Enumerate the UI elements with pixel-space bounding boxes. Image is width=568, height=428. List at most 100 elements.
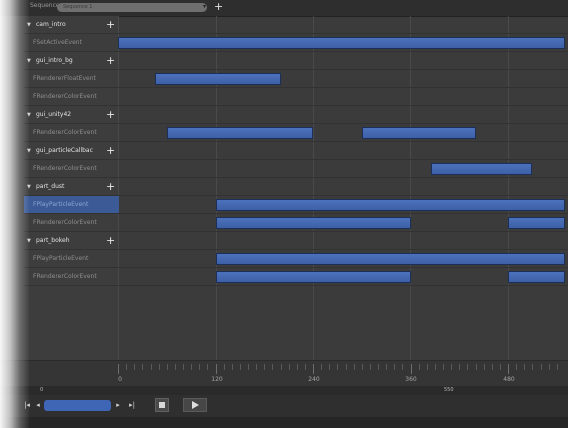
ruler-tick xyxy=(215,364,217,374)
ruler-label-480: 480 xyxy=(503,376,515,383)
add-track-button[interactable]: + xyxy=(106,232,115,249)
ruler-tick xyxy=(556,364,558,370)
ruler-tick xyxy=(516,364,518,370)
ruler-tick xyxy=(118,364,119,374)
range-scrollbar[interactable]: 0 550 xyxy=(0,386,568,395)
track-label: FRendererColorEvent xyxy=(33,273,97,280)
status-strip xyxy=(0,417,568,428)
track-label: FPlayParticleEvent xyxy=(33,201,89,208)
ruler-tick xyxy=(174,364,176,370)
ruler-tick xyxy=(394,364,396,370)
event-bar[interactable] xyxy=(361,127,476,139)
ruler-tick xyxy=(191,364,193,370)
track-event-row[interactable]: FRendererFloatEvent xyxy=(0,70,568,88)
time-ruler[interactable]: 0 120 240 360 480 xyxy=(0,360,568,387)
ruler-tick xyxy=(524,364,526,370)
add-track-button[interactable]: + xyxy=(106,178,115,195)
ruler-tick xyxy=(223,364,225,370)
next-frame-button[interactable]: ▸ xyxy=(114,400,122,411)
expand-triangle-icon[interactable]: ▼ xyxy=(27,16,31,34)
track-label: FRendererColorEvent xyxy=(33,129,97,136)
track-label: FRendererColorEvent xyxy=(33,165,97,172)
ruler-tick xyxy=(239,364,241,370)
track-label: gui_unity42 xyxy=(36,111,72,118)
ruler-tick xyxy=(540,364,542,370)
event-bar[interactable] xyxy=(430,163,533,175)
stop-icon xyxy=(159,402,165,408)
ruler-tick xyxy=(443,364,444,370)
expand-triangle-icon[interactable]: ▼ xyxy=(27,106,31,124)
ruler-tick xyxy=(264,364,266,370)
ruler-tick xyxy=(183,364,184,370)
track-label: part_dust xyxy=(36,183,65,190)
ruler-tick xyxy=(467,364,469,370)
expand-triangle-icon[interactable]: ▼ xyxy=(27,52,31,70)
ruler-label-0: 0 xyxy=(118,376,122,383)
event-bar[interactable] xyxy=(215,199,565,211)
ruler-tick xyxy=(207,364,209,370)
chevron-down-icon: ▾ xyxy=(203,3,207,10)
track-group-row[interactable]: ▼ cam_intro + xyxy=(0,16,568,34)
track-group-row[interactable]: ▼ gui_unity42 + xyxy=(0,106,568,124)
ruler-tick xyxy=(475,364,477,370)
track-label: gui_particleCallbac xyxy=(36,147,93,154)
range-start: 0 xyxy=(40,387,44,393)
event-bar[interactable] xyxy=(215,253,565,265)
ruler-tick xyxy=(410,364,412,374)
event-bar[interactable] xyxy=(508,271,565,283)
ruler-tick xyxy=(491,364,493,370)
ruler-tick xyxy=(256,364,258,370)
event-bar[interactable] xyxy=(215,217,411,229)
ruler-tick xyxy=(402,364,404,370)
last-frame-button[interactable]: ▸| xyxy=(126,400,138,411)
expand-triangle-icon[interactable]: ▼ xyxy=(27,178,31,196)
prev-frame-button[interactable]: ◂ xyxy=(34,400,42,411)
track-group-row[interactable]: ▼ gui_particleCallbac + xyxy=(0,142,568,160)
expand-triangle-icon[interactable]: ▼ xyxy=(27,232,31,250)
play-icon xyxy=(192,401,199,409)
event-bar[interactable] xyxy=(508,217,565,229)
add-container-button[interactable]: + xyxy=(214,0,223,13)
play-button[interactable] xyxy=(183,398,207,412)
track-group-row[interactable]: ▼ part_bokeh + xyxy=(0,232,568,250)
track-group-row[interactable]: ▼ gui_intro_bg + xyxy=(0,52,568,70)
track-event-row[interactable]: FRendererColorEvent xyxy=(0,88,568,106)
ruler-tick xyxy=(361,364,363,370)
ruler-tick xyxy=(378,364,379,370)
track-group-row[interactable]: ▼ part_dust + xyxy=(0,178,568,196)
event-bar[interactable] xyxy=(118,37,565,49)
add-track-button[interactable]: + xyxy=(106,52,115,69)
track-label: gui_intro_bg xyxy=(36,57,73,64)
ruler-tick xyxy=(288,364,290,370)
ruler-label-240: 240 xyxy=(308,376,320,383)
add-track-button[interactable]: + xyxy=(106,142,115,159)
event-bar[interactable] xyxy=(215,271,411,283)
track-label: FRendererFloatEvent xyxy=(33,75,96,82)
playback-controls: |◂ ◂ ▸ ▸| xyxy=(0,395,568,417)
ruler-tick xyxy=(313,364,314,374)
track-rows: ▼ cam_intro + FSetActiveEvent ▼ gui_intro_bg +… xyxy=(0,16,568,360)
track-label: FRendererColorEvent xyxy=(33,219,97,226)
current-frame-field[interactable] xyxy=(44,400,111,411)
expand-triangle-icon[interactable]: ▼ xyxy=(27,142,31,160)
ruler-tick xyxy=(296,364,298,370)
first-frame-button[interactable]: |◂ xyxy=(22,400,32,411)
sequence-selector[interactable]: Sequence 1 xyxy=(57,3,207,12)
add-track-button[interactable]: + xyxy=(106,16,115,33)
ruler-label-120: 120 xyxy=(211,376,223,383)
ruler-tick xyxy=(386,364,388,370)
event-bar[interactable] xyxy=(166,127,313,139)
ruler-tick xyxy=(272,364,274,370)
track-label: FRendererColorEvent xyxy=(33,93,97,100)
add-track-button[interactable]: + xyxy=(106,106,115,123)
track-label: FSetActiveEvent xyxy=(33,39,82,46)
ruler-tick xyxy=(369,364,371,370)
ruler-tick xyxy=(199,364,201,370)
ruler-tick xyxy=(418,364,420,370)
ruler-tick xyxy=(548,364,550,370)
track-label: FPlayParticleEvent xyxy=(33,255,89,262)
ruler-tick xyxy=(134,364,136,370)
sequence-toolbar: Sequence Sequence 1 ▾ + xyxy=(0,0,568,17)
stop-button[interactable] xyxy=(155,398,169,412)
event-bar[interactable] xyxy=(154,73,281,85)
